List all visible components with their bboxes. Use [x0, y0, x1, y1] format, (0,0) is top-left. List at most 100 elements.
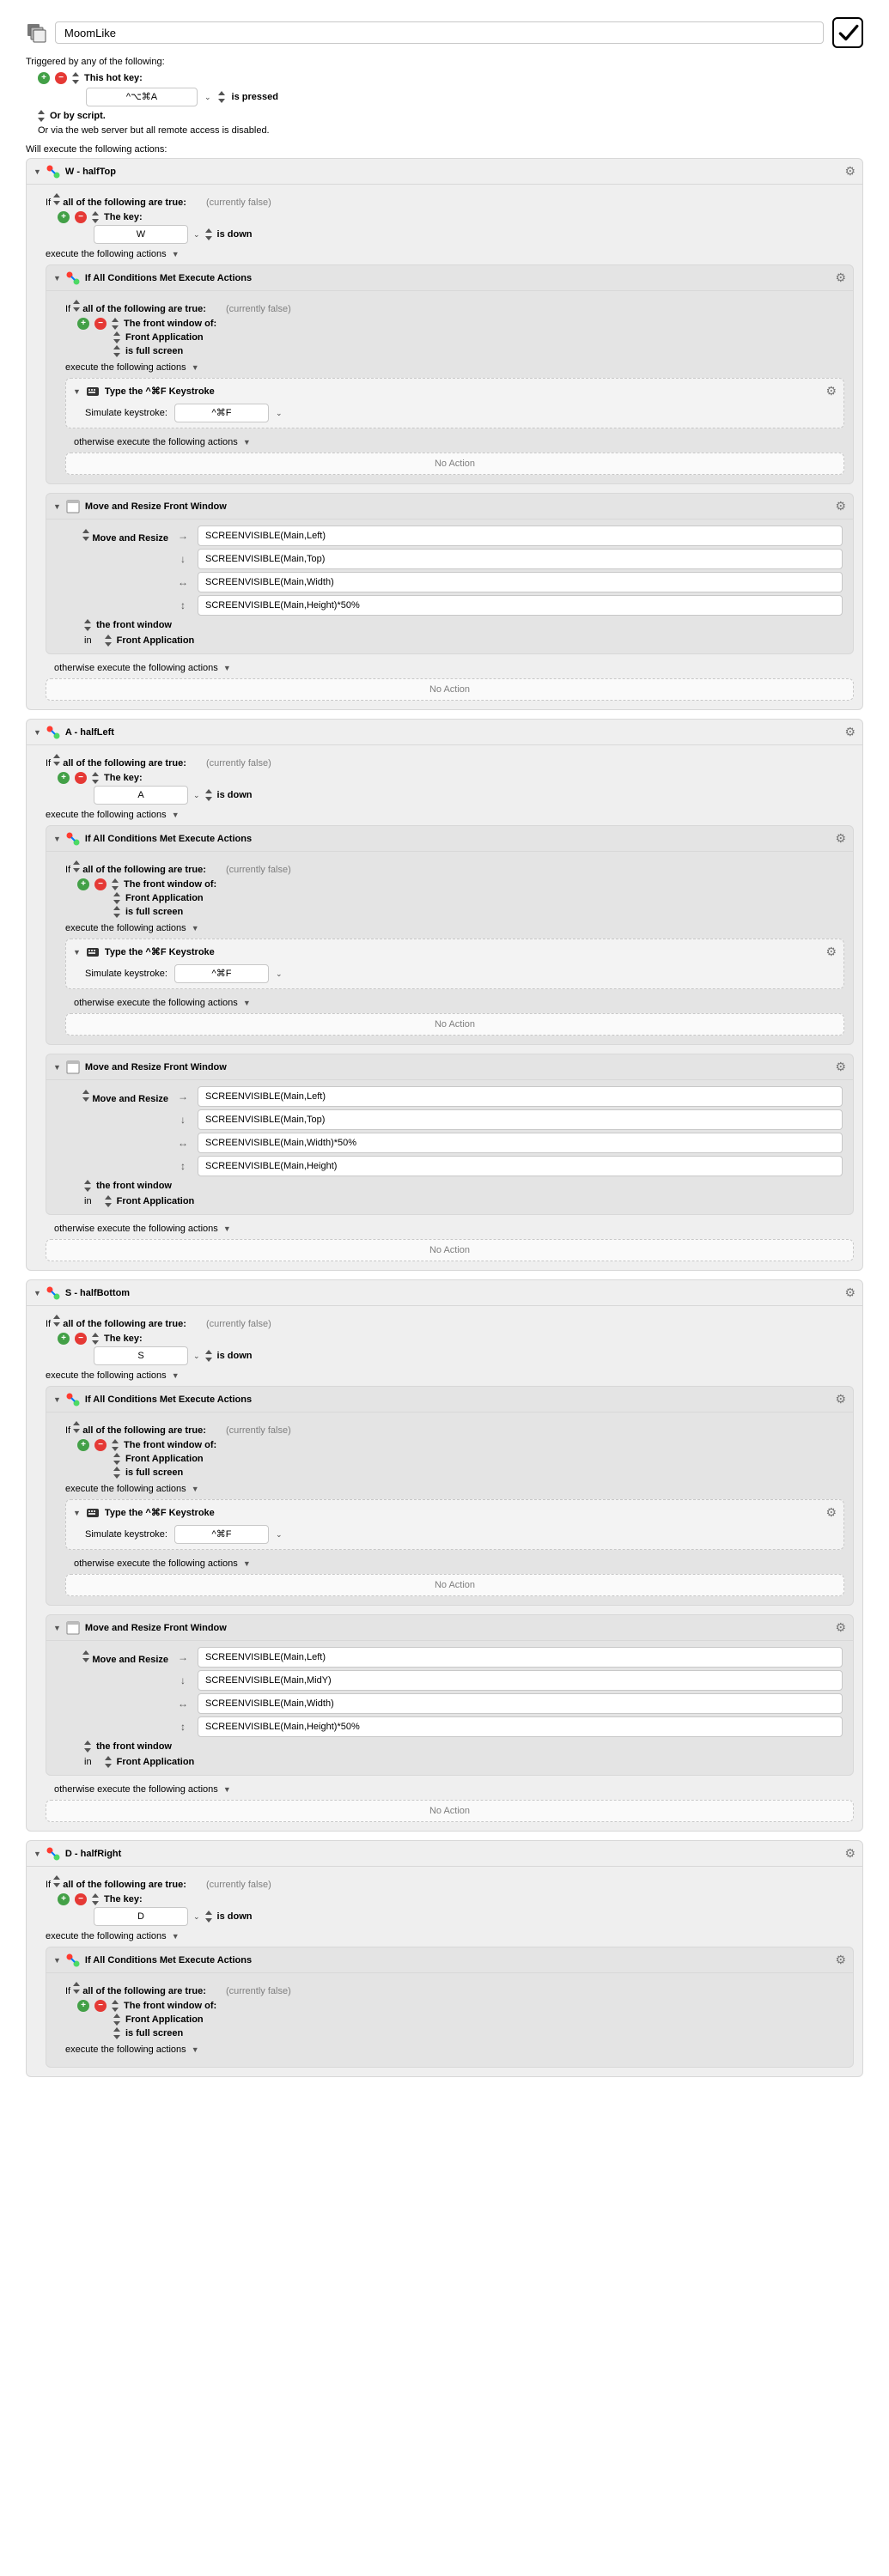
- if-stepper[interactable]: [73, 1982, 80, 1994]
- disclosure-triangle[interactable]: ▼: [243, 438, 251, 447]
- move-value-input[interactable]: SCREENVISIBLE(Main,Left): [198, 1647, 843, 1668]
- disclosure-triangle[interactable]: ▼: [192, 2045, 199, 2054]
- move-value-input[interactable]: SCREENVISIBLE(Main,Left): [198, 526, 843, 546]
- trigger-stepper[interactable]: [72, 72, 79, 84]
- gear-icon[interactable]: ⚙: [835, 499, 846, 513]
- remove-condition-button[interactable]: −: [94, 1439, 107, 1451]
- keystroke-dropdown[interactable]: ⌄: [276, 969, 283, 979]
- if-stepper[interactable]: [53, 1875, 60, 1887]
- if-stepper[interactable]: [53, 754, 60, 766]
- disclosure-triangle[interactable]: ▼: [53, 274, 61, 283]
- if-stepper[interactable]: [73, 300, 80, 312]
- key-dropdown[interactable]: ⌄: [193, 1912, 200, 1922]
- no-action-placeholder[interactable]: No Action: [65, 453, 844, 475]
- fullscreen-stepper[interactable]: [113, 345, 120, 357]
- disclosure-triangle[interactable]: ▼: [53, 835, 61, 843]
- state-stepper[interactable]: [205, 1350, 212, 1362]
- target-stepper[interactable]: [84, 1180, 91, 1192]
- disclosure-triangle[interactable]: ▼: [172, 1932, 180, 1941]
- keystroke-dropdown[interactable]: ⌄: [276, 1530, 283, 1540]
- pressed-stepper[interactable]: [218, 91, 225, 103]
- condition-stepper[interactable]: [112, 318, 119, 330]
- macro-enabled-checkbox[interactable]: [832, 17, 863, 48]
- gear-icon[interactable]: ⚙: [835, 1620, 846, 1635]
- condition-stepper[interactable]: [112, 1439, 119, 1451]
- macro-title-input[interactable]: [55, 21, 824, 44]
- gear-icon[interactable]: ⚙: [844, 1285, 856, 1300]
- if-stepper[interactable]: [73, 1421, 80, 1433]
- script-stepper[interactable]: [38, 110, 45, 122]
- app-stepper[interactable]: [113, 892, 120, 904]
- app-stepper[interactable]: [113, 1453, 120, 1465]
- add-condition-button[interactable]: +: [77, 1439, 89, 1451]
- disclosure-triangle[interactable]: ▼: [53, 1956, 61, 1965]
- no-action-placeholder[interactable]: No Action: [65, 1574, 844, 1596]
- in-stepper[interactable]: [105, 1195, 112, 1207]
- disclosure-triangle[interactable]: ▼: [53, 1395, 61, 1404]
- no-action-placeholder[interactable]: No Action: [46, 1239, 854, 1261]
- disclosure-triangle[interactable]: ▼: [53, 1063, 61, 1072]
- state-stepper[interactable]: [205, 1911, 212, 1923]
- no-action-placeholder[interactable]: No Action: [65, 1013, 844, 1036]
- disclosure-triangle[interactable]: ▼: [223, 664, 231, 672]
- disclosure-triangle[interactable]: ▼: [73, 948, 81, 957]
- fullscreen-stepper[interactable]: [113, 1467, 120, 1479]
- no-action-placeholder[interactable]: No Action: [46, 1800, 854, 1822]
- hotkey-dropdown[interactable]: ⌄: [204, 93, 211, 102]
- gear-icon[interactable]: ⚙: [844, 164, 856, 179]
- in-stepper[interactable]: [105, 1756, 112, 1768]
- move-stepper[interactable]: [82, 1650, 89, 1662]
- no-action-placeholder[interactable]: No Action: [46, 678, 854, 701]
- gear-icon[interactable]: ⚙: [835, 831, 846, 846]
- move-value-input[interactable]: SCREENVISIBLE(Main,Left): [198, 1086, 843, 1107]
- move-value-input[interactable]: SCREENVISIBLE(Main,Height)*50%: [198, 595, 843, 616]
- remove-condition-button[interactable]: −: [94, 2000, 107, 2012]
- disclosure-triangle[interactable]: ▼: [192, 363, 199, 372]
- disclosure-triangle[interactable]: ▼: [53, 502, 61, 511]
- move-value-input[interactable]: SCREENVISIBLE(Main,Width): [198, 1693, 843, 1714]
- keystroke-field[interactable]: ^⌘F: [174, 1525, 269, 1544]
- key-field[interactable]: S: [94, 1346, 188, 1365]
- gear-icon[interactable]: ⚙: [844, 725, 856, 739]
- disclosure-triangle[interactable]: ▼: [223, 1224, 231, 1233]
- add-trigger-button[interactable]: +: [38, 72, 50, 84]
- target-stepper[interactable]: [84, 619, 91, 631]
- condition-stepper[interactable]: [112, 2000, 119, 2012]
- disclosure-triangle[interactable]: ▼: [53, 1624, 61, 1632]
- fullscreen-stepper[interactable]: [113, 906, 120, 918]
- hotkey-field[interactable]: ^⌥⌘A: [86, 88, 198, 106]
- disclosure-triangle[interactable]: ▼: [243, 999, 251, 1007]
- condition-stepper[interactable]: [92, 1893, 99, 1905]
- disclosure-triangle[interactable]: ▼: [33, 1289, 41, 1297]
- disclosure-triangle[interactable]: ▼: [192, 1485, 199, 1493]
- add-condition-button[interactable]: +: [77, 2000, 89, 2012]
- key-field[interactable]: D: [94, 1907, 188, 1926]
- disclosure-triangle[interactable]: ▼: [73, 1509, 81, 1517]
- remove-condition-button[interactable]: −: [94, 318, 107, 330]
- key-dropdown[interactable]: ⌄: [193, 1352, 200, 1361]
- disclosure-triangle[interactable]: ▼: [192, 924, 199, 933]
- fullscreen-stepper[interactable]: [113, 2027, 120, 2039]
- add-condition-button[interactable]: +: [77, 318, 89, 330]
- condition-stepper[interactable]: [92, 772, 99, 784]
- remove-condition-button[interactable]: −: [75, 772, 87, 784]
- in-stepper[interactable]: [105, 635, 112, 647]
- condition-stepper[interactable]: [112, 878, 119, 890]
- key-dropdown[interactable]: ⌄: [193, 230, 200, 240]
- gear-icon[interactable]: ⚙: [835, 1392, 846, 1406]
- move-value-input[interactable]: SCREENVISIBLE(Main,Height)*50%: [198, 1716, 843, 1737]
- add-condition-button[interactable]: +: [77, 878, 89, 890]
- if-stepper[interactable]: [73, 860, 80, 872]
- app-stepper[interactable]: [113, 2014, 120, 2026]
- move-value-input[interactable]: SCREENVISIBLE(Main,Width): [198, 572, 843, 592]
- gear-icon[interactable]: ⚙: [835, 1060, 846, 1074]
- state-stepper[interactable]: [205, 228, 212, 240]
- remove-condition-button[interactable]: −: [75, 211, 87, 223]
- add-condition-button[interactable]: +: [58, 772, 70, 784]
- target-stepper[interactable]: [84, 1741, 91, 1753]
- disclosure-triangle[interactable]: ▼: [172, 811, 180, 819]
- remove-trigger-button[interactable]: −: [55, 72, 67, 84]
- disclosure-triangle[interactable]: ▼: [33, 167, 41, 176]
- move-value-input[interactable]: SCREENVISIBLE(Main,Height): [198, 1156, 843, 1176]
- add-condition-button[interactable]: +: [58, 1333, 70, 1345]
